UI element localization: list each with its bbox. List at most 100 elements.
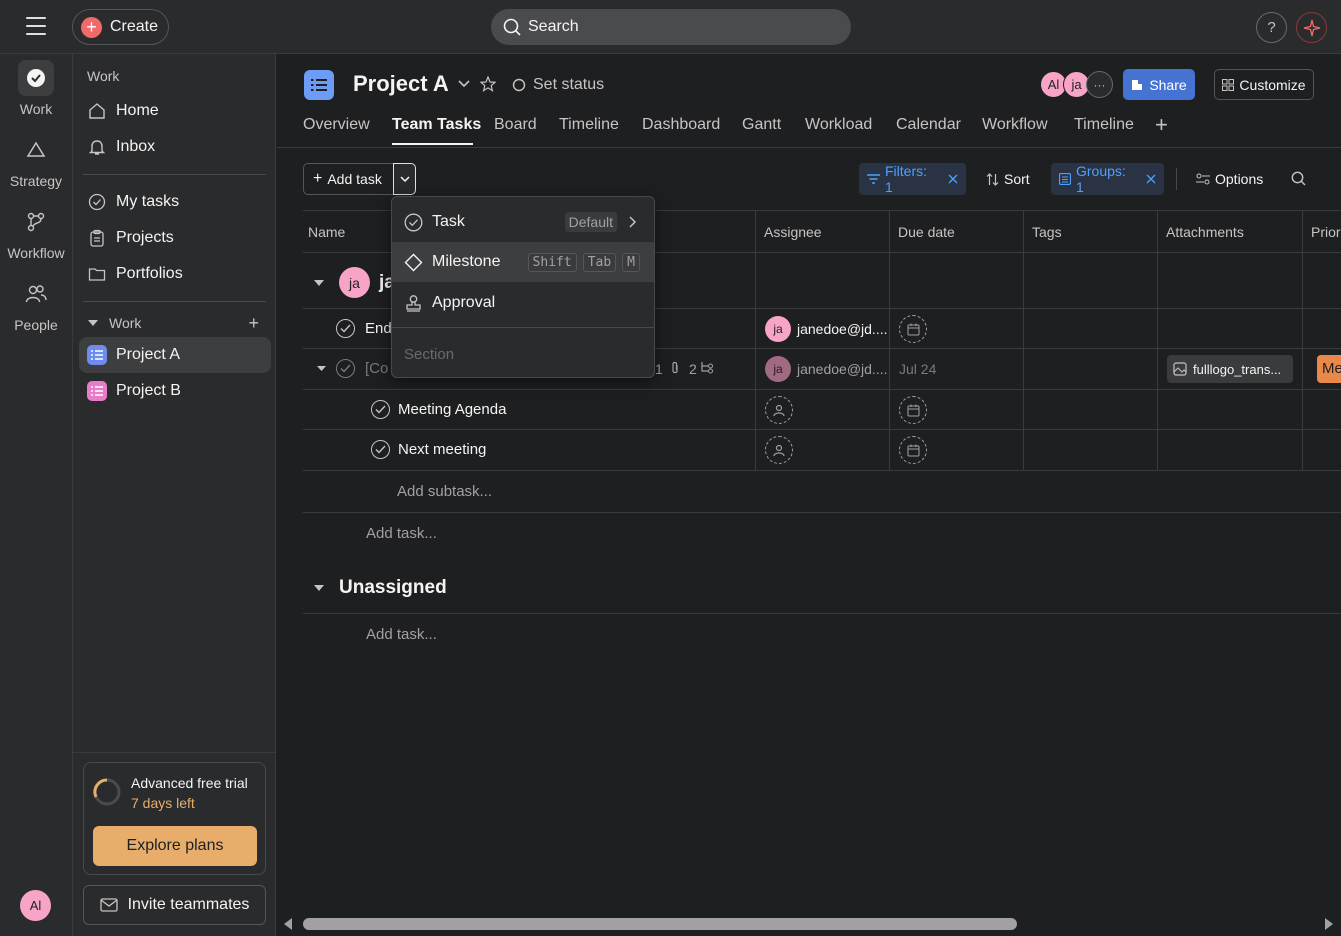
add-task-menu-button[interactable]	[393, 163, 416, 195]
invite-teammates-button[interactable]: Invite teammates	[83, 885, 266, 925]
due-date[interactable]: Jul 24	[899, 361, 936, 377]
tab-workload[interactable]: Workload	[805, 116, 872, 134]
priority-badge[interactable]: Me	[1317, 355, 1341, 383]
tab-timeline-2[interactable]: Timeline	[1074, 116, 1134, 134]
calendar-icon[interactable]	[899, 396, 927, 424]
menu-item-milestone[interactable]: Milestone Shift Tab M	[392, 242, 654, 282]
trial-card: Advanced free trial 7 days left Explore …	[83, 762, 266, 875]
tab-timeline[interactable]: Timeline	[559, 116, 619, 134]
assignee-email[interactable]: janedoe@jd....	[797, 361, 888, 377]
add-task-row[interactable]: Add task...	[366, 525, 437, 542]
star-icon[interactable]	[480, 76, 496, 92]
more-members-button[interactable]: ···	[1086, 71, 1113, 98]
sidebar-item-my-tasks[interactable]: My tasks	[79, 184, 271, 220]
sidebar-item-projects[interactable]: Projects	[79, 220, 271, 256]
plus-icon: +	[313, 170, 323, 187]
user-avatar[interactable]: Al	[20, 890, 51, 921]
scrollbar-thumb[interactable]	[303, 918, 1017, 930]
sidebar-group-work[interactable]: Work +	[87, 313, 267, 333]
add-project-icon[interactable]: +	[248, 313, 259, 334]
set-status-button[interactable]: Set status	[512, 76, 604, 94]
add-task-button[interactable]: + Add task	[303, 163, 394, 195]
complete-check-icon[interactable]	[371, 400, 390, 419]
complete-check-icon[interactable]	[371, 440, 390, 459]
table-row[interactable]: Next meeting	[303, 430, 1341, 470]
column-header-due-date[interactable]: Due date	[889, 211, 1023, 253]
assignee-placeholder-icon[interactable]	[765, 396, 793, 424]
calendar-icon[interactable]	[899, 436, 927, 464]
attachment-chip[interactable]: fulllogo_trans...	[1167, 355, 1293, 383]
calendar-icon[interactable]	[899, 315, 927, 343]
set-status-label: Set status	[533, 76, 605, 93]
column-header-assignee[interactable]: Assignee	[755, 211, 889, 253]
close-icon[interactable]	[948, 174, 958, 184]
column-header-attachments[interactable]: Attachments	[1157, 211, 1302, 253]
complete-check-icon[interactable]	[336, 319, 355, 338]
column-header-priority[interactable]: Prior	[1302, 211, 1341, 253]
tab-team-tasks[interactable]: Team Tasks	[392, 116, 481, 134]
search-placeholder: Search	[528, 18, 579, 35]
tab-board[interactable]: Board	[494, 116, 537, 134]
clipboard-icon	[87, 228, 107, 248]
assignee-placeholder-icon[interactable]	[765, 436, 793, 464]
menu-item-approval[interactable]: Approval	[392, 283, 654, 323]
menu-item-task[interactable]: Task Default	[392, 202, 654, 242]
bell-icon	[87, 137, 107, 157]
explore-plans-button[interactable]: Explore plans	[93, 826, 257, 866]
add-tab-icon[interactable]: +	[1155, 114, 1168, 136]
customize-button[interactable]: Customize	[1214, 69, 1314, 100]
groups-button[interactable]: Groups: 1	[1051, 163, 1164, 195]
complete-check-icon[interactable]	[336, 359, 355, 378]
rail-item-work[interactable]: Work	[0, 60, 72, 117]
sidebar-item-portfolios[interactable]: Portfolios	[79, 256, 271, 292]
subtask-name[interactable]: Meeting Agenda	[398, 401, 506, 418]
help-button[interactable]: ?	[1256, 12, 1287, 43]
home-icon	[87, 101, 107, 121]
task-name[interactable]: [Co	[365, 360, 388, 377]
assignee-initials: ja	[773, 322, 783, 336]
options-button[interactable]: Options	[1196, 163, 1263, 195]
tab-dashboard[interactable]: Dashboard	[642, 116, 720, 134]
project-title[interactable]: Project A	[353, 71, 449, 97]
menu-icon[interactable]	[26, 17, 46, 35]
caret-down-icon[interactable]	[313, 279, 325, 287]
add-task-label: Add task	[327, 171, 382, 187]
project-list-icon	[87, 345, 107, 365]
rail-item-workflow[interactable]: Workflow	[0, 204, 72, 261]
member-initials: ja	[1071, 77, 1082, 92]
horizontal-scrollbar[interactable]	[277, 913, 1341, 936]
sidebar-item-label: Project A	[116, 346, 181, 363]
rail-item-people[interactable]: People	[0, 276, 72, 333]
sidebar-item-project-b[interactable]: Project B	[79, 373, 271, 409]
table-row[interactable]: Meeting Agenda	[303, 390, 1341, 430]
caret-down-icon[interactable]	[316, 365, 327, 372]
task-name[interactable]: End	[365, 320, 392, 337]
tab-calendar[interactable]: Calendar	[896, 116, 961, 134]
create-button[interactable]: + Create	[72, 9, 169, 45]
caret-down-icon[interactable]	[313, 584, 325, 592]
sidebar-item-inbox[interactable]: Inbox	[79, 129, 271, 165]
share-button[interactable]: Share	[1123, 69, 1195, 100]
assignee-email[interactable]: janedoe@jd....	[797, 321, 888, 337]
scroll-right-icon[interactable]	[1324, 918, 1334, 930]
search-input[interactable]: Search	[491, 9, 851, 45]
column-header-tags[interactable]: Tags	[1023, 211, 1157, 253]
scroll-left-icon[interactable]	[283, 918, 293, 930]
filters-button[interactable]: Filters: 1	[859, 163, 966, 195]
rail-item-strategy[interactable]: Strategy	[0, 132, 72, 189]
chevron-right-icon	[629, 216, 636, 228]
group-title[interactable]: Unassigned	[339, 577, 447, 599]
subtask-name[interactable]: Next meeting	[398, 441, 486, 458]
sidebar-item-project-a[interactable]: Project A	[79, 337, 271, 373]
sort-button[interactable]: Sort	[986, 163, 1030, 195]
sidebar-item-home[interactable]: Home	[79, 93, 271, 129]
close-icon[interactable]	[1146, 174, 1156, 184]
tab-gantt[interactable]: Gantt	[742, 116, 781, 134]
add-subtask-row[interactable]: Add subtask...	[397, 483, 492, 500]
search-icon[interactable]	[1291, 171, 1306, 186]
ai-sparkle-button[interactable]	[1296, 12, 1327, 43]
tab-overview[interactable]: Overview	[303, 116, 370, 134]
add-task-row[interactable]: Add task...	[366, 626, 437, 643]
tab-workflow[interactable]: Workflow	[982, 116, 1048, 134]
chevron-down-icon[interactable]	[458, 80, 470, 88]
